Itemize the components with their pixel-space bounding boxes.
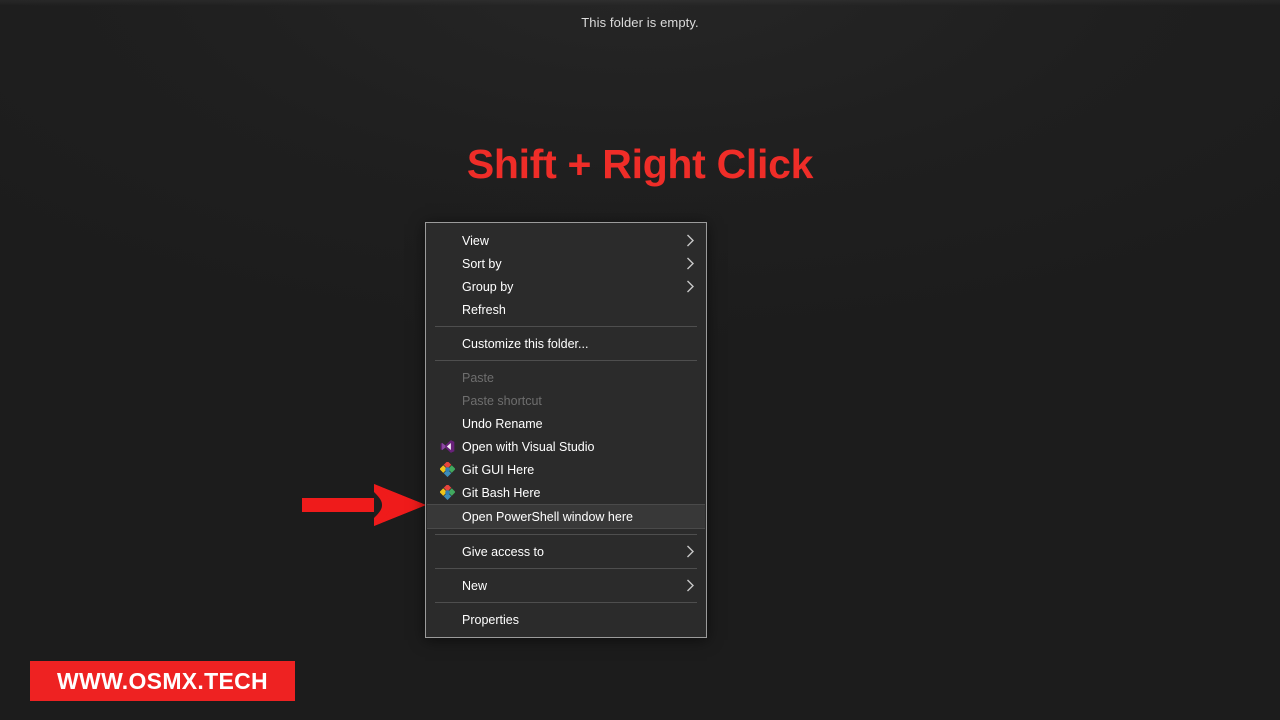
- menu-item-label: View: [462, 233, 489, 248]
- menu-item-paste: Paste: [427, 366, 705, 389]
- menu-item-icon-slot: [433, 231, 462, 251]
- chevron-right-icon: [683, 234, 697, 248]
- menu-separator: [435, 326, 697, 327]
- context-menu[interactable]: View Sort by Group by Refresh Customize …: [425, 222, 707, 638]
- menu-item-icon-slot: [433, 414, 462, 434]
- menu-item-icon-slot: [433, 391, 462, 411]
- menu-item-label: Open PowerShell window here: [462, 509, 633, 524]
- menu-item-open-powershell-window-here[interactable]: Open PowerShell window here: [427, 504, 705, 529]
- menu-item-label: Sort by: [462, 256, 502, 271]
- menu-item-label: Customize this folder...: [462, 336, 589, 351]
- chevron-right-icon: [683, 579, 697, 593]
- menu-separator: [435, 534, 697, 535]
- site-watermark: WWW.OSMX.TECH: [30, 661, 295, 701]
- menu-item-icon-slot: [433, 542, 462, 562]
- menu-item-label: Paste shortcut: [462, 393, 542, 408]
- menu-item-undo-rename[interactable]: Undo Rename: [427, 412, 705, 435]
- menu-item-label: Git Bash Here: [462, 485, 541, 500]
- menu-item-give-access-to[interactable]: Give access to: [427, 540, 705, 563]
- menu-item-paste-shortcut: Paste shortcut: [427, 389, 705, 412]
- menu-item-label: Give access to: [462, 544, 544, 559]
- menu-item-label: Undo Rename: [462, 416, 543, 431]
- menu-item-git-gui-here[interactable]: Git GUI Here: [427, 458, 705, 481]
- menu-item-sort-by[interactable]: Sort by: [427, 252, 705, 275]
- git-icon: [433, 483, 462, 503]
- menu-item-refresh[interactable]: Refresh: [427, 298, 705, 321]
- menu-item-label: Paste: [462, 370, 494, 385]
- menu-separator: [435, 602, 697, 603]
- menu-item-icon-slot: [433, 277, 462, 297]
- menu-item-customize-this-folder[interactable]: Customize this folder...: [427, 332, 705, 355]
- menu-item-open-with-visual-studio[interactable]: Open with Visual Studio: [427, 435, 705, 458]
- menu-item-git-bash-here[interactable]: Git Bash Here: [427, 481, 705, 504]
- menu-item-label: Git GUI Here: [462, 462, 535, 477]
- menu-item-view[interactable]: View: [427, 229, 705, 252]
- menu-item-properties[interactable]: Properties: [427, 608, 705, 631]
- menu-item-icon-slot: [433, 610, 462, 630]
- background-top-glow: [0, 0, 1280, 6]
- menu-item-new[interactable]: New: [427, 574, 705, 597]
- red-arrow-icon: [300, 484, 426, 526]
- chevron-right-icon: [683, 545, 697, 559]
- menu-item-label: New: [462, 578, 488, 593]
- menu-item-icon-slot: [433, 334, 462, 354]
- chevron-right-icon: [683, 280, 697, 294]
- chevron-right-icon: [683, 257, 697, 271]
- menu-item-label: Refresh: [462, 302, 506, 317]
- menu-item-label: Open with Visual Studio: [462, 439, 595, 454]
- watermark-label: WWW.OSMX.TECH: [57, 667, 268, 694]
- empty-folder-message: This folder is empty.: [581, 15, 699, 30]
- menu-item-label: Properties: [462, 612, 519, 627]
- page-title: Shift + Right Click: [466, 141, 814, 187]
- visual-studio-icon: [433, 437, 462, 457]
- menu-item-icon-slot: [433, 300, 462, 320]
- menu-item-icon-slot: [433, 507, 462, 527]
- menu-separator: [435, 360, 697, 361]
- git-icon: [433, 460, 462, 480]
- menu-item-label: Group by: [462, 279, 514, 294]
- menu-item-icon-slot: [433, 576, 462, 596]
- menu-separator: [435, 568, 697, 569]
- menu-item-icon-slot: [433, 368, 462, 388]
- menu-item-icon-slot: [433, 254, 462, 274]
- menu-item-group-by[interactable]: Group by: [427, 275, 705, 298]
